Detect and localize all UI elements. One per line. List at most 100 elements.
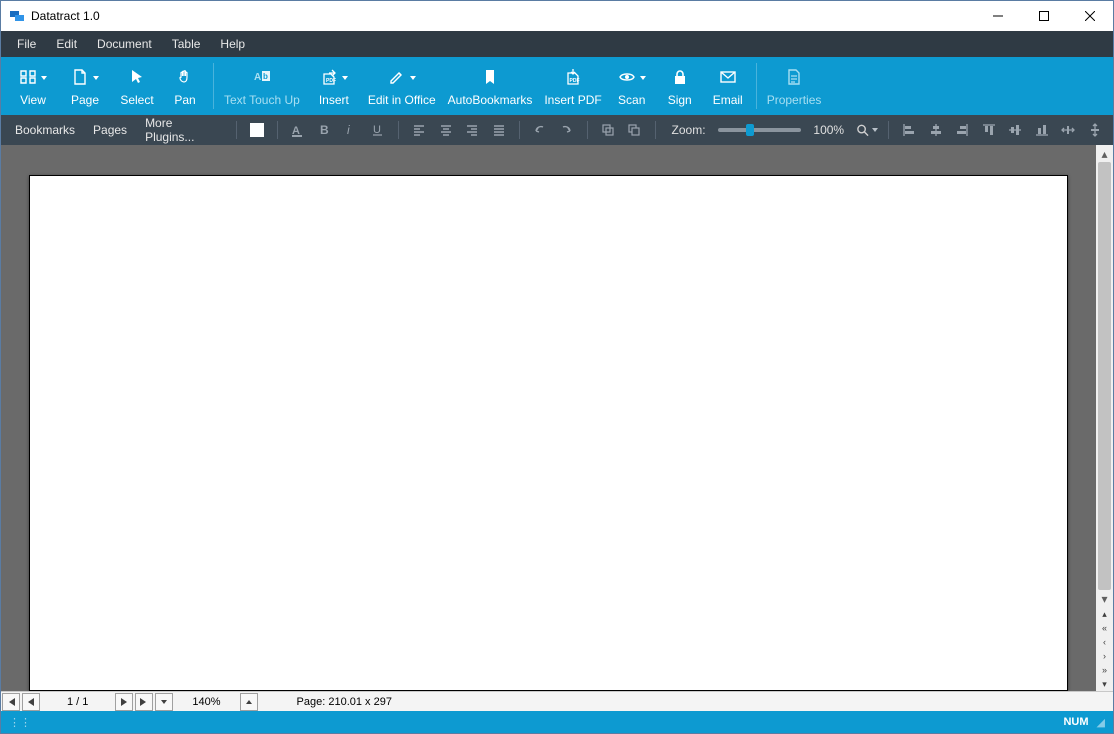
svg-text:U: U: [373, 124, 381, 136]
prev-page-button[interactable]: [22, 693, 40, 711]
ribbon: View Page Select Pan Ab Text Touch Up PD…: [1, 57, 1113, 115]
svg-text:B: B: [320, 123, 329, 137]
align-obj-center-v-icon[interactable]: [1005, 119, 1025, 141]
align-left-icon[interactable]: [409, 119, 429, 141]
menu-edit[interactable]: Edit: [46, 33, 87, 55]
vertical-scrollbar[interactable]: ▴ ▾ ▴ « ‹ › » ▾: [1096, 145, 1113, 691]
first-page-button[interactable]: [2, 693, 20, 711]
nav-next-icon[interactable]: ›: [1096, 649, 1113, 663]
align-right-icon[interactable]: [462, 119, 482, 141]
italic-icon[interactable]: i: [341, 119, 361, 141]
align-obj-left-icon[interactable]: [899, 119, 919, 141]
undo-icon[interactable]: [530, 119, 550, 141]
app-icon: [9, 8, 25, 24]
menu-document[interactable]: Document: [87, 33, 162, 55]
edit-icon: [388, 68, 406, 89]
nav-first-icon[interactable]: «: [1096, 621, 1113, 635]
nav-last-icon[interactable]: »: [1096, 663, 1113, 677]
ribbon-insert[interactable]: PDF Insert: [306, 57, 362, 115]
resize-handle-icon[interactable]: ◢: [1097, 716, 1105, 729]
align-obj-right-icon[interactable]: [952, 119, 972, 141]
underline-icon[interactable]: U: [367, 119, 387, 141]
ribbon-insert-pdf[interactable]: PDF Insert PDF: [538, 57, 607, 115]
svg-text:b: b: [263, 72, 268, 81]
distribute-h-icon[interactable]: [1058, 119, 1078, 141]
align-justify-icon[interactable]: [488, 119, 508, 141]
zoom-label: Zoom:: [666, 123, 712, 137]
ribbon-page-label: Page: [71, 93, 99, 107]
next-page-button[interactable]: [115, 693, 133, 711]
hand-icon: [176, 68, 194, 89]
ribbon-separator: [213, 63, 214, 109]
secondary-toolbar: Bookmarks Pages More Plugins... A B i U …: [1, 115, 1113, 145]
bookmarks-panel-toggle[interactable]: Bookmarks: [9, 123, 81, 137]
chevron-down-icon: [93, 76, 99, 80]
align-center-icon[interactable]: [435, 119, 455, 141]
last-page-button[interactable]: [135, 693, 153, 711]
maximize-button[interactable]: [1021, 1, 1067, 31]
nav-next-page-icon[interactable]: ▾: [1096, 677, 1113, 691]
ribbon-scan[interactable]: Scan: [608, 57, 656, 115]
menu-file[interactable]: File: [7, 33, 46, 55]
canvas-area[interactable]: [1, 145, 1096, 691]
insert-icon: PDF: [320, 68, 338, 89]
minimize-button[interactable]: [975, 1, 1021, 31]
insert-pdf-icon: PDF: [564, 68, 582, 89]
ribbon-sign[interactable]: Sign: [656, 57, 704, 115]
ribbon-select[interactable]: Select: [113, 57, 161, 115]
distribute-v-icon[interactable]: [1084, 119, 1104, 141]
menu-table[interactable]: Table: [162, 33, 211, 55]
nav-prev-page-icon[interactable]: ▴: [1096, 607, 1113, 621]
ribbon-auto-bookmarks[interactable]: AutoBookmarks: [442, 57, 539, 115]
paste-icon[interactable]: [624, 119, 644, 141]
svg-text:i: i: [347, 123, 350, 137]
toolbar-separator: [888, 121, 889, 139]
workspace: ▴ ▾ ▴ « ‹ › » ▾: [1, 145, 1113, 691]
ribbon-text-touch-up[interactable]: Ab Text Touch Up: [218, 57, 306, 115]
window-title: Datatract 1.0: [31, 9, 100, 23]
font-color-icon[interactable]: A: [288, 119, 308, 141]
scroll-up-icon[interactable]: ▴: [1096, 145, 1113, 162]
ribbon-view[interactable]: View: [9, 57, 57, 115]
zoom-dropdown-up[interactable]: [240, 693, 258, 711]
text-color-swatch[interactable]: [247, 119, 267, 141]
menu-help[interactable]: Help: [210, 33, 255, 55]
search-icon[interactable]: [856, 119, 878, 141]
align-obj-center-h-icon[interactable]: [926, 119, 946, 141]
statusbar: ⋮⋮ NUM ◢: [1, 711, 1113, 733]
align-obj-bottom-icon[interactable]: [1031, 119, 1051, 141]
page-count: 1 / 1: [41, 696, 114, 708]
ribbon-pan-label: Pan: [174, 93, 195, 107]
ribbon-email[interactable]: Email: [704, 57, 752, 115]
nav-prev-icon[interactable]: ‹: [1096, 635, 1113, 649]
align-obj-top-icon[interactable]: [978, 119, 998, 141]
numlock-indicator: NUM: [1063, 716, 1088, 728]
document-page[interactable]: [29, 175, 1068, 691]
ribbon-insert-label: Insert: [319, 93, 349, 107]
close-button[interactable]: [1067, 1, 1113, 31]
svg-text:PDF: PDF: [326, 78, 336, 84]
nav-zoom: 140%: [174, 696, 238, 708]
text-touch-icon: Ab: [252, 67, 272, 90]
page-dimensions: Page: 210.01 x 297: [287, 696, 402, 708]
pages-panel-toggle[interactable]: Pages: [87, 123, 133, 137]
document-icon: [785, 68, 803, 89]
redo-icon[interactable]: [556, 119, 576, 141]
zoom-slider[interactable]: [718, 128, 802, 132]
ribbon-pan[interactable]: Pan: [161, 57, 209, 115]
toolbar-separator: [587, 121, 588, 139]
view-icon: [19, 68, 37, 89]
ribbon-text-touch-up-label: Text Touch Up: [224, 93, 300, 107]
bold-icon[interactable]: B: [314, 119, 334, 141]
ribbon-scan-label: Scan: [618, 93, 645, 107]
more-plugins-button[interactable]: More Plugins...: [139, 116, 226, 144]
ribbon-properties[interactable]: Properties: [761, 57, 828, 115]
ribbon-page[interactable]: Page: [57, 57, 113, 115]
envelope-icon: [719, 68, 737, 89]
page-dropdown[interactable]: [155, 693, 173, 711]
copy-icon[interactable]: [598, 119, 618, 141]
ribbon-edit-in-office[interactable]: Edit in Office: [362, 57, 442, 115]
scroll-down-icon[interactable]: ▾: [1096, 590, 1113, 607]
ribbon-separator: [756, 63, 757, 109]
chevron-down-icon: [640, 76, 646, 80]
